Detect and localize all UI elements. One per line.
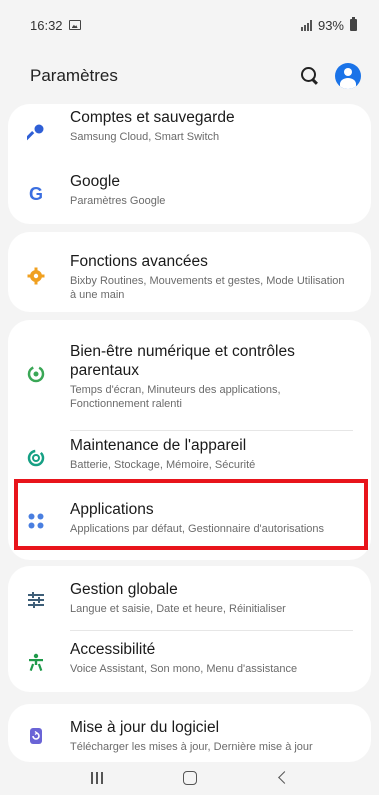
- battery-icon: [350, 17, 357, 31]
- settings-item-subtitle: Langue et saisie, Date et heure, Réiniti…: [70, 603, 286, 615]
- settings-item-subtitle: Bixby Routines, Mouvements et gestes, Mo…: [70, 275, 345, 301]
- navigation-bar: [0, 760, 379, 795]
- divider: [70, 630, 353, 631]
- sliders-icon: [22, 586, 50, 614]
- settings-item-google[interactable]: G Google Paramètres Google: [8, 172, 371, 220]
- settings-item-comptes[interactable]: Comptes et sauvegarde Samsung Cloud, Sma…: [8, 108, 371, 156]
- home-icon: [182, 770, 197, 785]
- settings-item-subtitle: Temps d'écran, Minuteurs des application…: [70, 384, 281, 410]
- settings-item-majlogiciel[interactable]: Mise à jour du logiciel Télécharger les …: [8, 718, 371, 758]
- settings-item-subtitle: Télécharger les mises à jour, Dernière m…: [70, 741, 313, 753]
- battery-percent: 93%: [317, 17, 344, 33]
- settings-item-fonctions[interactable]: Fonctions avancées Bixby Routines, Mouve…: [8, 252, 371, 304]
- recents-icon: [90, 771, 103, 784]
- settings-item-title: Comptes et sauvegarde: [70, 109, 235, 126]
- accessibility-icon: [22, 648, 50, 676]
- signal-icon: [300, 19, 312, 31]
- settings-item-subtitle: Batterie, Stockage, Mémoire, Sécurité: [70, 459, 256, 471]
- settings-item-subtitle: Paramètres Google: [70, 195, 166, 207]
- settings-item-title: Fonctions avancées: [70, 253, 208, 270]
- status-time: 16:32: [30, 17, 63, 33]
- back-button[interactable]: [263, 766, 303, 790]
- settings-item-subtitle: Voice Assistant, Son mono, Menu d'assist…: [70, 663, 298, 675]
- app-bar: Paramètres: [0, 52, 379, 100]
- settings-item-accessibilite[interactable]: Accessibilité Voice Assistant, Son mono,…: [8, 640, 371, 684]
- device-care-icon: [22, 444, 50, 472]
- settings-item-title: Bien-être numérique et contrôles parenta…: [70, 343, 295, 379]
- settings-item-title: Gestion globale: [70, 581, 178, 598]
- settings-item-subtitle: Samsung Cloud, Smart Switch: [70, 131, 220, 143]
- settings-item-title: Maintenance de l'appareil: [70, 437, 247, 454]
- highlight-box: [14, 479, 368, 550]
- image-notification-icon: [68, 20, 81, 30]
- digital-wellbeing-icon: [22, 360, 50, 388]
- account-avatar-icon[interactable]: [335, 63, 361, 89]
- settings-item-bienetre[interactable]: Bien-être numérique et contrôles parenta…: [8, 342, 371, 412]
- recents-button[interactable]: [77, 766, 117, 790]
- gear-icon: [22, 262, 50, 290]
- software-update-icon: [22, 722, 50, 750]
- google-icon: G: [28, 183, 43, 204]
- home-button[interactable]: [170, 766, 210, 790]
- page-title: Paramètres: [30, 66, 118, 85]
- search-icon[interactable]: [297, 64, 321, 88]
- settings-item-title: Mise à jour du logiciel: [70, 719, 220, 736]
- settings-item-gestion[interactable]: Gestion globale Langue et saisie, Date e…: [8, 580, 371, 624]
- back-icon: [278, 771, 291, 784]
- status-bar: 16:32 93%: [0, 0, 379, 50]
- settings-item-title: Accessibilité: [70, 641, 156, 658]
- settings-item-title: Google: [70, 173, 120, 190]
- settings-item-maintenance[interactable]: Maintenance de l'appareil Batterie, Stoc…: [8, 436, 371, 476]
- key-icon: [22, 118, 50, 146]
- divider: [70, 430, 353, 431]
